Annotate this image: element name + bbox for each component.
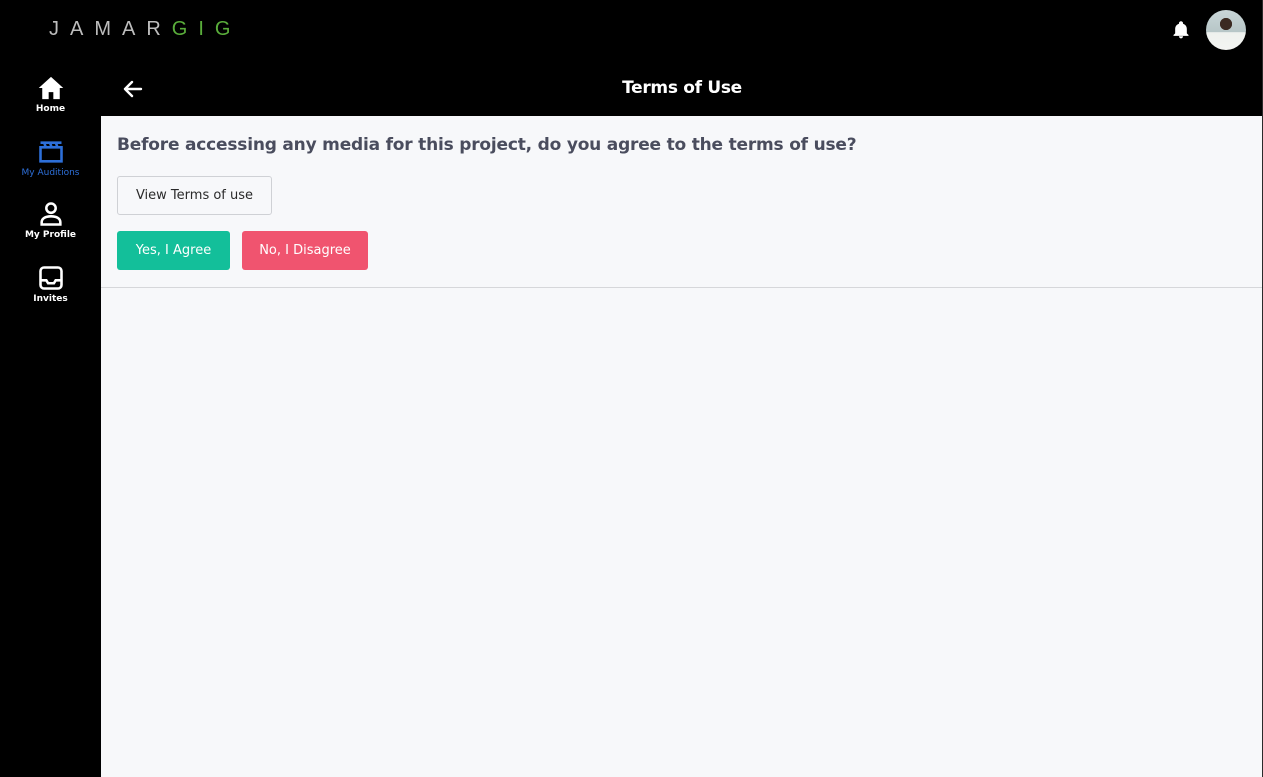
clapperboard-icon bbox=[38, 141, 63, 163]
main-content: Before accessing any media for this proj… bbox=[101, 116, 1262, 777]
page-header: Terms of Use bbox=[101, 60, 1263, 116]
app-logo[interactable]: JAMARGIG bbox=[49, 18, 241, 41]
logo-accent: GIG bbox=[171, 18, 242, 40]
terms-panel: Before accessing any media for this proj… bbox=[101, 116, 1262, 288]
sidebar-item-my-auditions[interactable]: My Auditions bbox=[0, 138, 101, 178]
agree-button[interactable]: Yes, I Agree bbox=[117, 231, 230, 270]
logo-primary: JAMAR bbox=[49, 18, 172, 40]
bell-icon[interactable] bbox=[1171, 20, 1191, 40]
sidebar-item-my-profile[interactable]: My Profile bbox=[0, 200, 101, 240]
sidebar-item-label: My Auditions bbox=[21, 168, 80, 178]
sidebar: Home My Auditions My Profile Invites bbox=[0, 60, 101, 777]
terms-question: Before accessing any media for this proj… bbox=[117, 135, 857, 155]
sidebar-item-home[interactable]: Home bbox=[0, 74, 101, 114]
inbox-icon bbox=[38, 266, 63, 290]
sidebar-item-label: My Profile bbox=[24, 230, 77, 240]
sidebar-item-label: Home bbox=[35, 104, 66, 114]
top-bar: JAMARGIG bbox=[0, 0, 1263, 60]
view-terms-button[interactable]: View Terms of use bbox=[117, 176, 272, 215]
person-icon bbox=[39, 202, 62, 226]
sidebar-item-invites[interactable]: Invites bbox=[0, 264, 101, 304]
page-title: Terms of Use bbox=[622, 78, 742, 98]
user-avatar[interactable] bbox=[1206, 10, 1246, 50]
home-icon bbox=[38, 76, 63, 100]
disagree-button[interactable]: No, I Disagree bbox=[242, 231, 368, 270]
sidebar-item-label: Invites bbox=[33, 294, 68, 304]
